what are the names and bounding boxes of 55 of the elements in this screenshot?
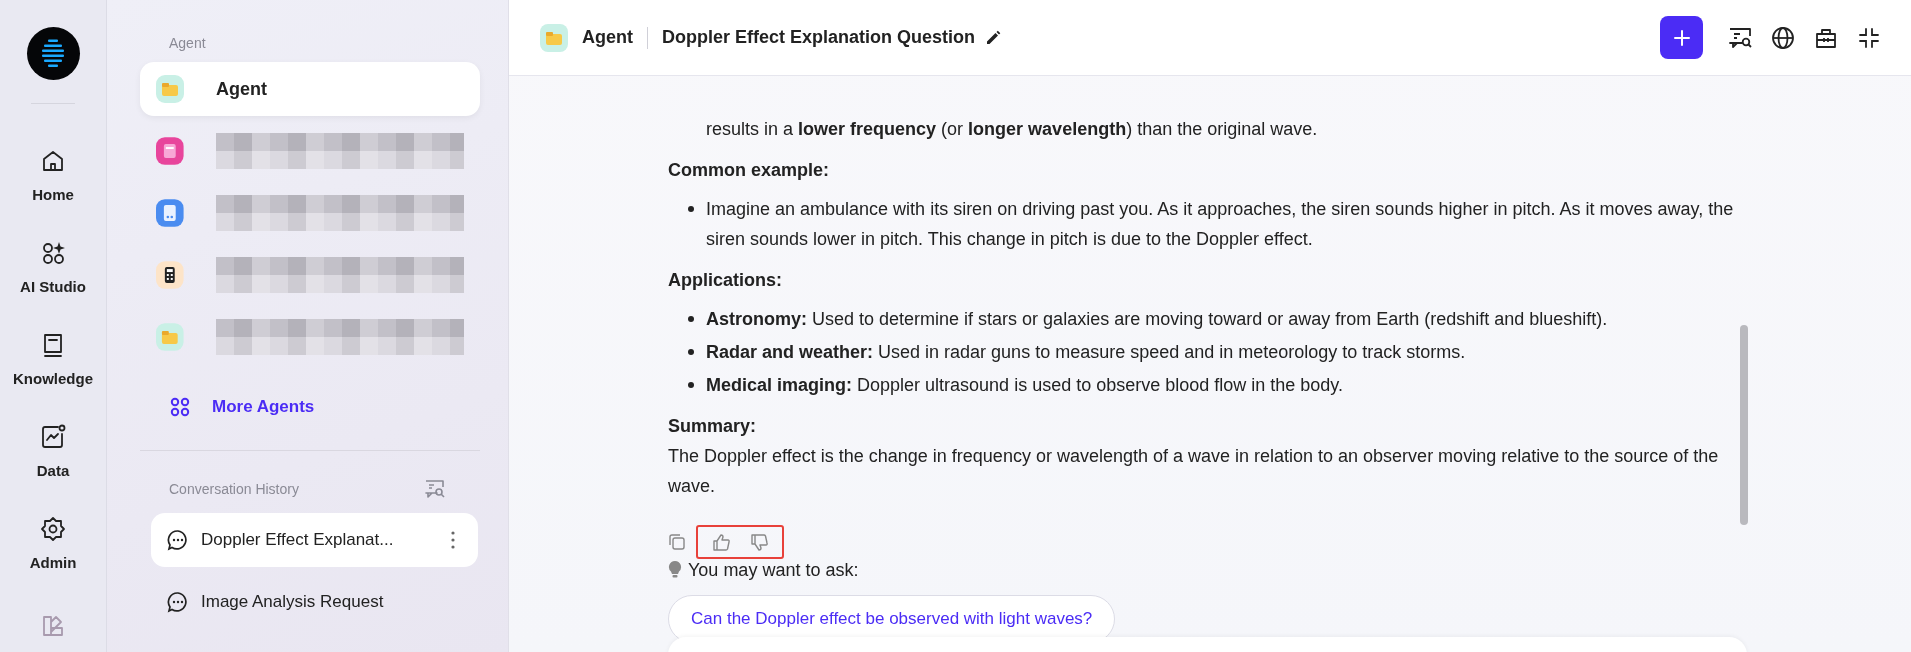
circles-sparkle-icon [40,240,66,266]
new-chat-button[interactable] [1660,16,1703,59]
section-heading: Common example: [668,159,831,182]
globe-icon[interactable] [1771,25,1795,50]
lightbulb-icon [668,560,682,580]
agent-item[interactable]: Agent [140,62,480,116]
nav-item[interactable]: AI Studio [20,234,86,326]
more-icon [450,530,456,550]
list-item-text: Imagine an ambulance with its siren on driving past you. As it approaches, the siren sounds higher in pitch. As it moves away, the siren sounds lower in pitch. This change in pitch is due to the Doppler effect. [706,198,1735,251]
search-chat-icon[interactable] [1728,25,1752,50]
nav-item[interactable]: Admin [29,510,77,602]
nav-item[interactable]: Home [32,142,74,234]
bullet-icon [688,382,694,388]
scrollbar[interactable] [1740,325,1748,525]
grid-icon [170,397,190,417]
thumbs-up-icon[interactable] [712,533,730,551]
pencil-icon [985,29,1002,46]
thumbs-down-icon[interactable] [750,533,768,551]
list-item-text: Radar and weather: Used in radar guns to measure speed and in meteorology to track storms. [706,341,1466,364]
bullet-icon [688,316,694,322]
conversation-item[interactable]: Image Analysis Request [151,575,478,629]
nav-item[interactable]: Data [36,418,70,510]
plus-icon [1672,28,1691,47]
conversation-item[interactable]: Doppler Effect Explanat... [151,513,478,567]
bullet-icon [688,349,694,355]
copy-icon[interactable] [668,533,686,551]
section-heading: Summary: [668,415,758,438]
paragraph: The Doppler effect is the change in frequency or wavelength of a wave in relation to an observer moving relative to the source of the wave. [668,445,1720,498]
section-title: Conversation History [169,481,299,497]
house-icon [40,148,66,174]
app-icon [156,137,184,165]
app-icon [156,261,184,289]
logo [26,27,80,80]
palette-icon [41,614,65,638]
app-icon [156,323,184,351]
chat-bubble-icon [167,591,189,613]
section-title: Agent [169,35,207,53]
section-heading: Applications: [668,269,783,292]
settings-icon [40,516,66,542]
search-chat-icon [424,479,446,499]
agent-name: Agent [582,27,633,48]
suggestion-heading: You may want to ask: [688,559,859,582]
app-icon [156,75,184,103]
conversation-title: Doppler Effect Explanation Question [662,27,976,48]
bullet-icon [688,206,694,212]
chat-bubble-icon [167,529,189,551]
folder-icon [540,23,568,52]
app-icon [156,199,184,227]
chart-icon [40,424,66,450]
list-item-text: Astronomy: Used to determine if stars or galaxies are moving toward or away from Earth (redshift and blueshift). [706,308,1608,331]
more-agents-link[interactable]: More Agents [212,397,315,417]
list-item-text: Medical imaging: Doppler ultrasound is used to observe blood flow in the body. [706,374,1343,397]
nav-item[interactable]: Knowledge [13,326,93,418]
list-item-text: results in a lower frequency (or longer wavelength) than the original wave. [705,118,1319,141]
collapse-icon[interactable] [1857,25,1881,50]
